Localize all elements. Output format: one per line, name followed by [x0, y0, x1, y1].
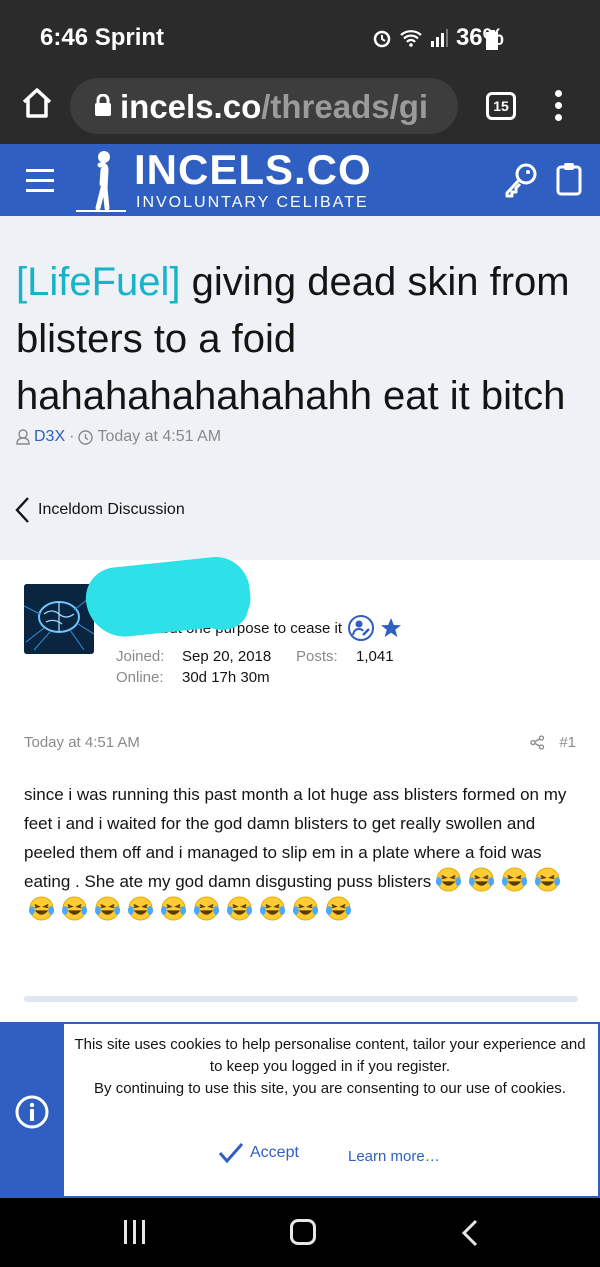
- thread-title: [LifeFuel] giving dead skin from blister…: [16, 254, 594, 425]
- battery-icon: [486, 30, 498, 50]
- crying-laughing-emoji-icon: [193, 895, 220, 922]
- thread-prefix[interactable]: [LifeFuel]: [16, 260, 181, 304]
- crying-laughing-emoji-icon: [292, 895, 319, 922]
- post-date[interactable]: Today at 4:51 AM: [24, 734, 140, 751]
- online-value: 30d 17h 30m: [182, 669, 270, 686]
- url-text: incels.co/threads/gi: [120, 88, 428, 126]
- nav-home-icon[interactable]: [290, 1219, 316, 1245]
- crying-laughing-emoji-icon: [94, 895, 121, 922]
- logo-figure-icon: [76, 151, 126, 212]
- post-actions: #1: [530, 734, 576, 751]
- crying-laughing-emoji-icon: [534, 866, 561, 893]
- crying-laughing-emoji-icon: [28, 895, 55, 922]
- signal-icon: [430, 29, 448, 47]
- share-icon[interactable]: [530, 735, 545, 750]
- crying-laughing-emoji-icon: [435, 866, 462, 893]
- crying-laughing-emoji-icon: [127, 895, 154, 922]
- site-header: INCELS.CO INVOLUNTARY CELIBATE: [0, 144, 600, 216]
- cookie-accept-button[interactable]: Accept: [218, 1142, 299, 1164]
- cookie-text-line1: This site uses cookies to help personali…: [74, 1036, 586, 1075]
- posts-value: 1,041: [356, 648, 394, 665]
- hamburger-menu-icon[interactable]: [26, 169, 54, 199]
- home-icon[interactable]: [20, 86, 54, 120]
- site-logo-title[interactable]: INCELS.CO: [134, 146, 372, 194]
- status-bar: 6:46 Sprint 36%: [0, 0, 600, 72]
- clock-icon: [78, 429, 94, 445]
- thread-meta: D3X · Today at 4:51 AM: [16, 428, 221, 446]
- site-logo-subtitle: INVOLUNTARY CELIBATE: [136, 194, 369, 211]
- posts-label: Posts:: [296, 648, 338, 665]
- post-divider: [24, 996, 578, 1002]
- crying-laughing-emoji-icon: [325, 895, 352, 922]
- user-edit-badge-icon: [348, 615, 374, 641]
- recent-apps-icon[interactable]: [124, 1220, 146, 1244]
- wifi-icon: [400, 30, 422, 47]
- online-label: Online:: [116, 669, 164, 686]
- brain-avatar-image: [24, 584, 94, 654]
- alarm-icon: [373, 30, 391, 48]
- key-icon[interactable]: [504, 162, 538, 198]
- meta-separator: ·: [69, 428, 75, 445]
- browser-toolbar: incels.co/threads/gi 15: [0, 72, 600, 144]
- url-path: /threads/gi: [261, 88, 429, 125]
- redaction-scribble-tail: [196, 586, 248, 630]
- crying-laughing-emoji-icon: [226, 895, 253, 922]
- avatar[interactable]: [24, 584, 94, 654]
- cookie-learn-more-link[interactable]: Learn more…: [348, 1148, 440, 1165]
- thread-header: [LifeFuel] giving dead skin from blister…: [0, 216, 600, 560]
- cookie-text-line2: By continuing to use this site, you are …: [94, 1080, 566, 1097]
- cookie-notice: This site uses cookies to help personali…: [0, 1022, 600, 1198]
- post-number[interactable]: #1: [559, 734, 576, 751]
- cookie-text: This site uses cookies to help personali…: [68, 1034, 592, 1100]
- info-icon: [15, 1095, 49, 1129]
- chevron-left-icon: [15, 497, 29, 523]
- status-icons: 36%: [372, 24, 504, 52]
- joined-label: Joined:: [116, 648, 165, 665]
- checkmark-icon: [218, 1143, 244, 1164]
- thread-date[interactable]: Today at 4:51 AM: [97, 428, 221, 446]
- post-card: I have but one purpose to cease it Joine…: [0, 553, 600, 1030]
- system-nav-bar: [0, 1198, 600, 1267]
- nav-back-icon[interactable]: [460, 1218, 480, 1248]
- lock-icon: [95, 94, 111, 116]
- status-time: 6:46 Sprint: [40, 24, 165, 51]
- thread-author[interactable]: D3X: [34, 428, 65, 446]
- user-icon: [16, 429, 30, 445]
- crying-laughing-emoji-icon: [160, 895, 187, 922]
- joined-value: Sep 20, 2018: [182, 648, 272, 665]
- crying-laughing-emoji-icon: [259, 895, 286, 922]
- browser-menu-icon[interactable]: [552, 90, 564, 124]
- user-stats: Joined: Sep 20, 2018 Posts: 1,041 Online: 30…: [116, 646, 394, 688]
- cookie-accept-label: Accept: [250, 1144, 299, 1161]
- tab-switcher-button[interactable]: 15: [486, 92, 516, 120]
- crying-laughing-emoji-icon: [468, 866, 495, 893]
- url-host: incels.co: [120, 88, 262, 125]
- address-bar[interactable]: incels.co/threads/gi: [70, 78, 458, 134]
- clipboard-icon[interactable]: [556, 162, 582, 196]
- crying-laughing-emoji-icon: [501, 866, 528, 893]
- post-body: since i was running this past month a lo…: [24, 780, 580, 925]
- star-icon: [381, 618, 401, 637]
- breadcrumb[interactable]: Inceldom Discussion: [14, 496, 185, 524]
- breadcrumb-label[interactable]: Inceldom Discussion: [38, 501, 185, 519]
- crying-laughing-emoji-icon: [61, 895, 88, 922]
